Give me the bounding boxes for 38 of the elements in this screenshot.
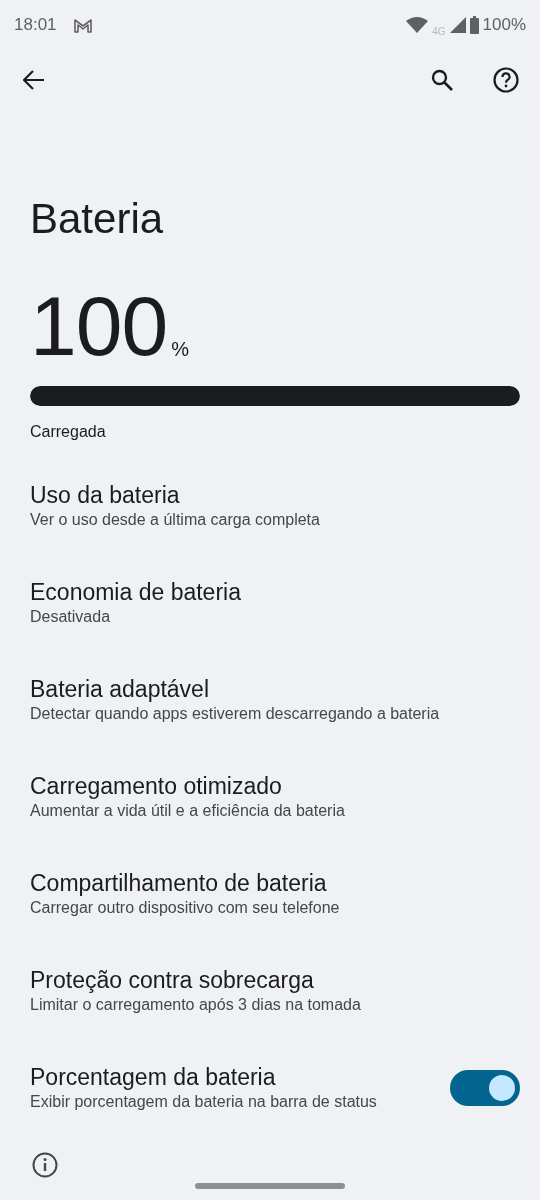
item-title: Economia de bateria: [30, 578, 242, 607]
item-title: Bateria adaptável: [30, 675, 210, 704]
search-icon[interactable]: [430, 68, 454, 92]
item-title: Uso da bateria: [30, 481, 181, 510]
toggle-switch[interactable]: [450, 1069, 520, 1106]
charge-status: Carregada: [30, 422, 107, 443]
settings-item[interactable]: Carregamento otimizado Aumentar a vida útil e a eficiência da bateria: [0, 748, 540, 846]
settings-item[interactable]: Compartilhamento de bateria Carregar outro dispositivo com seu telefone: [0, 845, 540, 943]
settings-item[interactable]: Bateria adaptável Detectar quando apps estiverem descarregando a bateria: [0, 651, 540, 749]
item-title: Carregamento otimizado: [30, 772, 283, 801]
item-subtitle: Carregar outro dispositivo com seu telefone: [30, 897, 341, 918]
help-icon[interactable]: [493, 67, 519, 93]
battery-percentage: 100%: [482, 14, 526, 37]
network-type: 4G: [432, 24, 446, 39]
item-title: Compartilhamento de bateria: [30, 869, 328, 898]
status-time: 18:01: [14, 14, 57, 37]
item-subtitle: Ver o uso desde a última carga completa: [30, 509, 321, 530]
item-subtitle: Limitar o carregamento após 3 dias na tomada: [30, 994, 362, 1015]
navigation-handle[interactable]: [195, 1183, 345, 1190]
back-arrow-icon[interactable]: [23, 70, 45, 90]
item-subtitle: Aumentar a vida útil e a eficiência da bateria: [30, 800, 346, 821]
settings-item[interactable]: Porcentagem da bateria Exibir porcentagem da bateria na barra de status: [0, 1039, 540, 1137]
battery-level-value: 100: [30, 284, 168, 369]
wifi-icon: [406, 16, 429, 34]
item-subtitle: Exibir porcentagem da bateria na barra de status: [30, 1091, 378, 1112]
battery-icon: [469, 16, 479, 34]
item-title: Proteção contra sobrecarga: [30, 966, 315, 995]
settings-item[interactable]: Uso da bateria Ver o uso desde a última carga completa: [0, 457, 540, 555]
item-title: Porcentagem da bateria: [30, 1063, 277, 1092]
info-icon: [32, 1152, 58, 1179]
percent-unit: %: [171, 337, 189, 363]
settings-item[interactable]: Economia de bateria Desativada: [0, 554, 540, 652]
item-subtitle: Desativada: [30, 606, 112, 627]
mail-icon: [72, 17, 93, 33]
item-subtitle: Detectar quando apps estiverem descarregando a bateria: [30, 703, 441, 724]
page-title: Bateria: [30, 194, 165, 244]
signal-icon: [449, 17, 466, 33]
settings-item[interactable]: Proteção contra sobrecarga Limitar o carregamento após 3 dias na tomada: [0, 942, 540, 1040]
